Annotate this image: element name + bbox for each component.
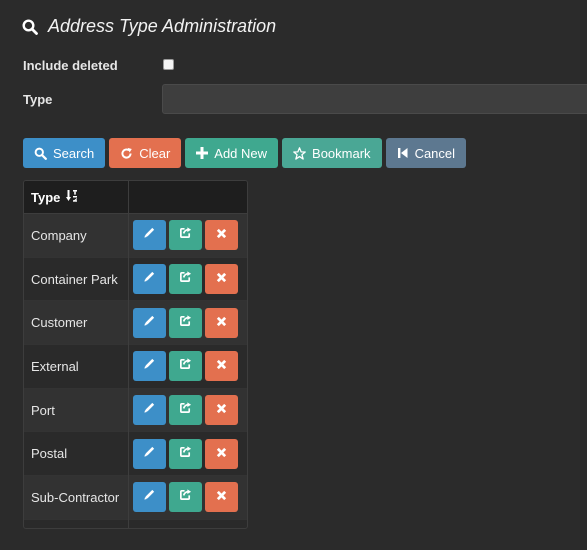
edit-button[interactable] <box>133 482 166 513</box>
row-actions <box>128 258 238 301</box>
share-icon <box>179 357 192 375</box>
edit-button[interactable] <box>133 307 166 338</box>
add-new-button[interactable]: Add New <box>185 138 279 168</box>
sort-alpha-icon[interactable] <box>66 189 78 205</box>
page-header: Address Type Administration <box>22 16 276 37</box>
edit-button[interactable] <box>133 220 166 251</box>
row-actions <box>128 214 238 257</box>
bookmark-button[interactable]: Bookmark <box>282 138 382 168</box>
delete-button[interactable] <box>205 264 238 295</box>
search-button-label: Search <box>53 145 95 161</box>
delete-button[interactable] <box>205 220 238 251</box>
table-row: Postal <box>24 432 247 477</box>
pencil-icon <box>143 401 156 419</box>
delete-button[interactable] <box>205 307 238 338</box>
delete-button[interactable] <box>205 482 238 513</box>
include-deleted-label: Include deleted <box>23 58 118 73</box>
share-icon <box>179 226 192 244</box>
edit-button[interactable] <box>133 264 166 295</box>
open-button[interactable] <box>169 482 202 513</box>
cancel-button[interactable]: Cancel <box>385 138 467 168</box>
type-cell: Company <box>31 227 87 243</box>
table-row: External <box>24 345 247 389</box>
search-button[interactable]: Search <box>23 138 106 168</box>
column-header-label: Type <box>31 189 61 205</box>
delete-button[interactable] <box>205 395 238 426</box>
bookmark-button-label: Bookmark <box>312 145 371 161</box>
results-grid: Type Company Container Park Customer Extern… <box>23 180 248 529</box>
share-icon <box>179 314 192 332</box>
edit-button[interactable] <box>133 438 166 469</box>
close-icon <box>216 270 227 288</box>
row-actions <box>128 389 238 432</box>
type-input[interactable] <box>162 84 587 114</box>
close-icon <box>216 445 227 463</box>
search-icon <box>22 18 38 35</box>
edit-button[interactable] <box>133 351 166 382</box>
share-icon <box>179 488 192 506</box>
column-header-type[interactable]: Type <box>24 181 128 213</box>
type-cell: Postal <box>31 446 68 462</box>
star-icon <box>293 146 306 160</box>
toolbar: Search Clear Add New Bookmark Cancel <box>23 138 467 168</box>
pencil-icon <box>143 445 156 463</box>
row-actions <box>128 345 238 388</box>
table-row: Company <box>24 214 247 258</box>
type-cell: Port <box>31 402 55 418</box>
column-divider <box>128 181 129 528</box>
type-label: Type <box>23 92 53 107</box>
clear-button[interactable]: Clear <box>109 138 182 168</box>
pencil-icon <box>143 357 156 375</box>
close-icon <box>216 401 227 419</box>
close-icon <box>216 488 227 506</box>
edit-button[interactable] <box>133 395 166 426</box>
share-icon <box>179 270 192 288</box>
table-row: Port <box>24 388 247 433</box>
open-button[interactable] <box>169 395 202 426</box>
type-cell: Customer <box>31 315 88 331</box>
table-row: Customer <box>24 301 247 346</box>
refresh-icon <box>120 147 133 160</box>
open-button[interactable] <box>169 264 202 295</box>
table-row: Sub-Contractor <box>24 476 247 520</box>
plus-icon <box>196 147 209 159</box>
share-icon <box>179 401 192 419</box>
row-actions <box>128 432 238 475</box>
close-icon <box>216 357 227 375</box>
pencil-icon <box>143 314 156 332</box>
open-button[interactable] <box>169 351 202 382</box>
close-icon <box>216 314 227 332</box>
pencil-icon <box>143 270 156 288</box>
delete-button[interactable] <box>205 351 238 382</box>
share-icon <box>179 445 192 463</box>
back-icon <box>397 147 409 159</box>
pencil-icon <box>143 226 156 244</box>
type-cell: External <box>31 358 79 374</box>
grid-header: Type <box>24 181 247 214</box>
table-row: Container Park <box>24 257 247 302</box>
add-new-button-label: Add New <box>214 145 268 161</box>
grid-body: Company Container Park Customer External Por… <box>24 214 247 520</box>
open-button[interactable] <box>169 307 202 338</box>
row-actions <box>128 301 238 344</box>
cancel-button-label: Cancel <box>414 145 456 161</box>
page-title: Address Type Administration <box>48 16 277 36</box>
row-actions <box>128 476 238 519</box>
clear-button-label: Clear <box>139 145 171 161</box>
include-deleted-checkbox[interactable] <box>163 59 174 70</box>
search-icon <box>34 147 47 160</box>
pencil-icon <box>143 488 156 506</box>
delete-button[interactable] <box>205 438 238 469</box>
type-cell: Container Park <box>31 271 118 287</box>
type-cell: Sub-Contractor <box>31 489 120 505</box>
close-icon <box>216 226 227 244</box>
open-button[interactable] <box>169 438 202 469</box>
open-button[interactable] <box>169 220 202 251</box>
